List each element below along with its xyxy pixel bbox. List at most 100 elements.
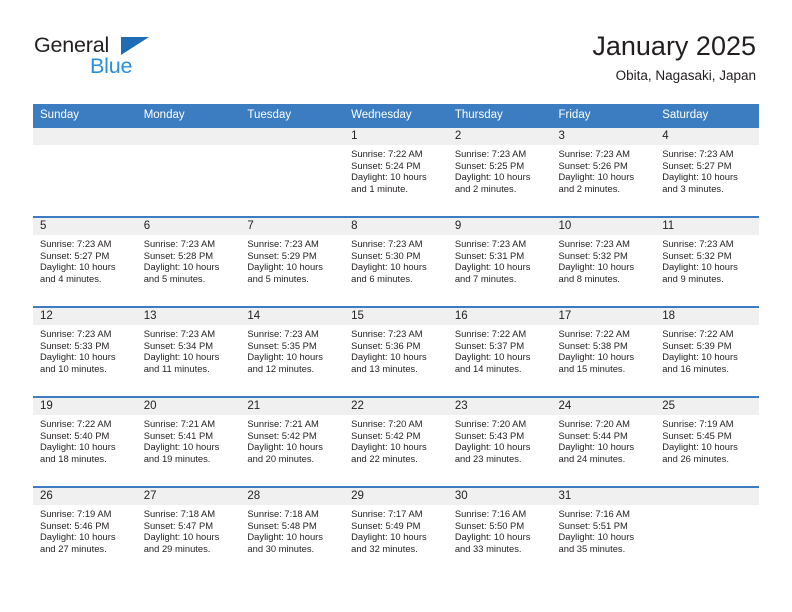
- calendar-day-cell[interactable]: 12 Sunrise: 7:23 AM Sunset: 5:33 PM Dayligh…: [33, 306, 137, 397]
- day-number: 21: [240, 398, 345, 415]
- sun-info: Sunrise: 7:22 AM Sunset: 5:24 PM Daylight:…: [344, 145, 448, 194]
- sunrise-text: Sunrise: 7:19 AM: [40, 508, 112, 519]
- sunset-text: Sunset: 5:26 PM: [558, 159, 628, 171]
- sunset-text: Sunset: 5:46 PM: [40, 519, 110, 531]
- calendar-day-cell[interactable]: 13 Sunrise: 7:23 AM Sunset: 5:34 PM Dayligh…: [136, 306, 241, 397]
- calendar-day-cell[interactable]: [240, 126, 345, 217]
- sunset-text: Sunset: 5:41 PM: [143, 429, 214, 441]
- day-number: 15: [344, 308, 448, 325]
- page-header: General Blue January 2025 Obita, Nagasak…: [0, 0, 792, 83]
- daylight-text: Daylight: 10 hours and 2 minutes.: [454, 171, 531, 194]
- logo-triangle-icon: [121, 37, 149, 55]
- calendar-day-cell[interactable]: 29 Sunrise: 7:17 AM Sunset: 5:49 PM Dayligh…: [344, 486, 448, 576]
- calendar-day-cell[interactable]: 26 Sunrise: 7:19 AM Sunset: 5:46 PM Dayligh…: [33, 486, 137, 576]
- calendar-day-cell[interactable]: 17 Sunrise: 7:22 AM Sunset: 5:38 PM Dayligh…: [551, 306, 656, 397]
- sun-info: Sunrise: 7:17 AM Sunset: 5:49 PM Daylight:…: [344, 505, 448, 554]
- sunrise-text: Sunrise: 7:22 AM: [351, 148, 423, 159]
- calendar-day-cell[interactable]: [136, 126, 241, 217]
- sun-info: Sunrise: 7:19 AM Sunset: 5:46 PM Daylight:…: [33, 505, 137, 554]
- calendar-day-cell[interactable]: 31 Sunrise: 7:16 AM Sunset: 5:51 PM Dayligh…: [551, 486, 656, 576]
- calendar-day-cell[interactable]: 27 Sunrise: 7:18 AM Sunset: 5:47 PM Dayligh…: [136, 486, 241, 576]
- daylight-text: Daylight: 10 hours and 10 minutes.: [40, 351, 116, 374]
- daylight-text: Daylight: 10 hours and 12 minutes.: [247, 351, 323, 374]
- daylight-text: Daylight: 10 hours and 33 minutes.: [454, 531, 531, 554]
- day-number: 14: [240, 308, 345, 325]
- sunset-text: Sunset: 5:43 PM: [454, 429, 525, 441]
- calendar-day-cell[interactable]: 16 Sunrise: 7:22 AM Sunset: 5:37 PM Dayligh…: [447, 306, 552, 397]
- calendar-day-cell[interactable]: 14 Sunrise: 7:23 AM Sunset: 5:35 PM Dayligh…: [240, 306, 345, 397]
- calendar-day-cell[interactable]: 21 Sunrise: 7:21 AM Sunset: 5:42 PM Dayligh…: [240, 396, 345, 487]
- sunrise-text: Sunrise: 7:23 AM: [40, 238, 112, 249]
- sunset-text: Sunset: 5:34 PM: [143, 339, 214, 351]
- sunset-text: Sunset: 5:33 PM: [40, 339, 110, 351]
- calendar-day-cell[interactable]: [655, 486, 759, 576]
- sunset-text: Sunset: 5:31 PM: [454, 249, 525, 261]
- daylight-text: Daylight: 10 hours and 14 minutes.: [454, 351, 531, 374]
- day-cell: 18 Sunrise: 7:22 AM Sunset: 5:39 PM Dayligh…: [655, 308, 759, 396]
- daylight-text: Daylight: 10 hours and 15 minutes.: [558, 351, 635, 374]
- day-number: 28: [240, 488, 345, 505]
- calendar-day-cell[interactable]: 7 Sunrise: 7:23 AM Sunset: 5:29 PM Daylight…: [240, 216, 345, 307]
- daylight-text: Daylight: 10 hours and 11 minutes.: [143, 351, 220, 374]
- calendar-day-cell[interactable]: 25 Sunrise: 7:19 AM Sunset: 5:45 PM Dayligh…: [655, 396, 759, 487]
- calendar-day-cell[interactable]: 9 Sunrise: 7:23 AM Sunset: 5:31 PM Daylight…: [447, 216, 552, 307]
- daylight-text: Daylight: 10 hours and 35 minutes.: [558, 531, 635, 554]
- calendar-day-cell[interactable]: 2 Sunrise: 7:23 AM Sunset: 5:25 PM Daylight…: [447, 126, 552, 217]
- calendar-day-cell[interactable]: 28 Sunrise: 7:18 AM Sunset: 5:48 PM Dayligh…: [240, 486, 345, 576]
- sunrise-text: Sunrise: 7:22 AM: [454, 328, 527, 339]
- day-cell: 15 Sunrise: 7:23 AM Sunset: 5:36 PM Dayligh…: [344, 308, 448, 396]
- calendar-day-cell[interactable]: 1 Sunrise: 7:22 AM Sunset: 5:24 PM Daylight…: [344, 126, 448, 217]
- calendar-week-row: 12 Sunrise: 7:23 AM Sunset: 5:33 PM Dayligh…: [33, 306, 759, 397]
- calendar-day-cell[interactable]: 18 Sunrise: 7:22 AM Sunset: 5:39 PM Dayligh…: [655, 306, 759, 397]
- calendar-day-cell[interactable]: 11 Sunrise: 7:23 AM Sunset: 5:32 PM Dayligh…: [655, 216, 759, 307]
- sun-info: Sunrise: 7:22 AM Sunset: 5:38 PM Daylight:…: [552, 325, 656, 374]
- calendar-body: 1 Sunrise: 7:22 AM Sunset: 5:24 PM Daylight…: [33, 126, 759, 576]
- sunset-text: Sunset: 5:29 PM: [247, 249, 317, 261]
- day-cell: 8 Sunrise: 7:23 AM Sunset: 5:30 PM Daylight…: [344, 218, 448, 306]
- sun-info: Sunrise: 7:23 AM Sunset: 5:25 PM Daylight:…: [448, 145, 552, 194]
- calendar-day-cell[interactable]: 8 Sunrise: 7:23 AM Sunset: 5:30 PM Daylight…: [344, 216, 448, 307]
- sunrise-text: Sunrise: 7:18 AM: [247, 508, 319, 519]
- sun-info: Sunrise: 7:23 AM Sunset: 5:29 PM Daylight:…: [240, 235, 344, 284]
- day-cell: 21 Sunrise: 7:21 AM Sunset: 5:42 PM Dayligh…: [240, 398, 345, 486]
- sunrise-text: Sunrise: 7:16 AM: [558, 508, 630, 519]
- sun-info: Sunrise: 7:23 AM Sunset: 5:27 PM Daylight:…: [655, 145, 759, 194]
- calendar-day-cell[interactable]: 3 Sunrise: 7:23 AM Sunset: 5:26 PM Daylight…: [551, 126, 656, 217]
- day-number: 20: [136, 398, 241, 415]
- daylight-text: Daylight: 10 hours and 26 minutes.: [662, 441, 738, 464]
- calendar-day-cell[interactable]: 23 Sunrise: 7:20 AM Sunset: 5:43 PM Dayligh…: [447, 396, 552, 487]
- day-number: 5: [33, 218, 137, 235]
- generalblue-logo[interactable]: General Blue: [34, 33, 164, 81]
- day-cell: 27 Sunrise: 7:18 AM Sunset: 5:47 PM Dayligh…: [136, 488, 241, 576]
- sunset-text: Sunset: 5:50 PM: [454, 519, 525, 531]
- calendar-day-cell[interactable]: 30 Sunrise: 7:16 AM Sunset: 5:50 PM Dayligh…: [447, 486, 552, 576]
- calendar-day-cell[interactable]: 19 Sunrise: 7:22 AM Sunset: 5:40 PM Dayligh…: [33, 396, 137, 487]
- sun-info: Sunrise: 7:23 AM Sunset: 5:27 PM Daylight:…: [33, 235, 137, 284]
- weekday-header-thursday: Thursday: [447, 104, 552, 127]
- daylight-text: Daylight: 10 hours and 24 minutes.: [558, 441, 635, 464]
- day-number: 4: [655, 128, 759, 145]
- day-cell: 7 Sunrise: 7:23 AM Sunset: 5:29 PM Daylight…: [240, 218, 345, 306]
- day-cell: 29 Sunrise: 7:17 AM Sunset: 5:49 PM Dayligh…: [344, 488, 448, 576]
- day-cell: 30 Sunrise: 7:16 AM Sunset: 5:50 PM Dayligh…: [447, 488, 552, 576]
- sunrise-text: Sunrise: 7:23 AM: [454, 238, 527, 249]
- calendar-day-cell[interactable]: 10 Sunrise: 7:23 AM Sunset: 5:32 PM Dayligh…: [551, 216, 656, 307]
- calendar-day-cell[interactable]: 6 Sunrise: 7:23 AM Sunset: 5:28 PM Daylight…: [136, 216, 241, 307]
- calendar-day-cell[interactable]: 4 Sunrise: 7:23 AM Sunset: 5:27 PM Daylight…: [655, 126, 759, 217]
- sunset-text: Sunset: 5:27 PM: [40, 249, 110, 261]
- day-number: 16: [447, 308, 552, 325]
- sunset-text: Sunset: 5:40 PM: [40, 429, 110, 441]
- sunrise-text: Sunrise: 7:23 AM: [247, 328, 319, 339]
- day-cell: 23 Sunrise: 7:20 AM Sunset: 5:43 PM Dayligh…: [447, 398, 552, 486]
- calendar-day-cell[interactable]: 20 Sunrise: 7:21 AM Sunset: 5:41 PM Dayligh…: [136, 396, 241, 487]
- sunset-text: Sunset: 5:38 PM: [558, 339, 628, 351]
- calendar-day-cell[interactable]: 22 Sunrise: 7:20 AM Sunset: 5:42 PM Dayligh…: [344, 396, 448, 487]
- calendar-day-cell[interactable]: [33, 126, 137, 217]
- day-number: 29: [344, 488, 448, 505]
- calendar-day-cell[interactable]: 5 Sunrise: 7:23 AM Sunset: 5:27 PM Daylight…: [33, 216, 137, 307]
- day-cell: 4 Sunrise: 7:23 AM Sunset: 5:27 PM Daylight…: [655, 128, 759, 216]
- sunset-text: Sunset: 5:45 PM: [662, 429, 732, 441]
- calendar-day-cell[interactable]: 15 Sunrise: 7:23 AM Sunset: 5:36 PM Dayligh…: [344, 306, 448, 397]
- calendar-day-cell[interactable]: 24 Sunrise: 7:20 AM Sunset: 5:44 PM Dayligh…: [551, 396, 656, 487]
- sunrise-text: Sunrise: 7:17 AM: [351, 508, 423, 519]
